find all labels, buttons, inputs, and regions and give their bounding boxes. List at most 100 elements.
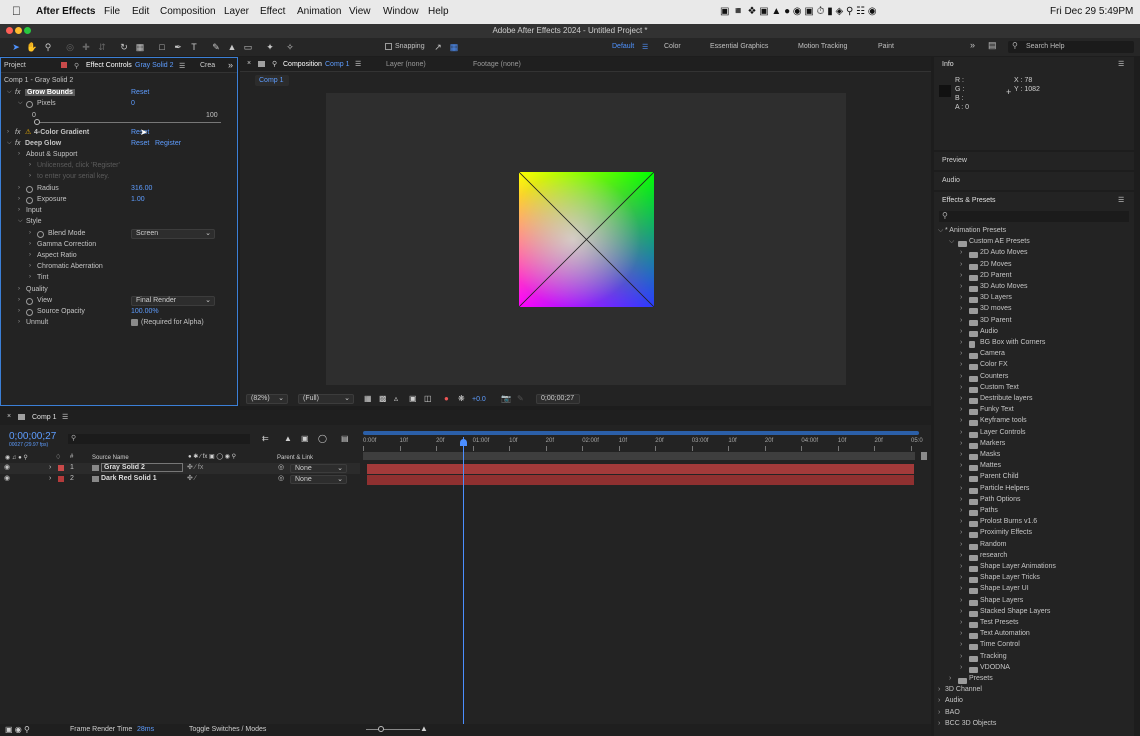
expand-property-icon[interactable]: › (18, 297, 25, 303)
expand-icon[interactable]: › (960, 451, 962, 458)
visibility-eye-icon[interactable]: ◉ (4, 474, 10, 482)
zoom-window-button[interactable] (24, 27, 31, 34)
expand-icon[interactable]: › (938, 709, 940, 716)
snap-grid-icon[interactable]: ▦ (448, 41, 460, 53)
effect-row-value[interactable]: Reset (131, 89, 149, 96)
expand-property-icon[interactable]: › (29, 162, 36, 168)
fast-previews-icon[interactable]: ▦ (364, 394, 372, 403)
expand-icon[interactable]: › (938, 686, 940, 693)
snapshot-icon[interactable]: 📷 (501, 394, 511, 403)
zoom-in-icon[interactable]: ▲ (420, 724, 428, 733)
effect-row-value[interactable]: 316.00 (131, 185, 152, 192)
panel-menu-icon[interactable]: ☰ (1118, 196, 1124, 204)
workspace-color[interactable]: Color (664, 43, 681, 50)
expand-icon[interactable]: › (960, 585, 962, 592)
layer-name[interactable]: Dark Red Solid 1 (101, 475, 157, 482)
graph-editor-icon[interactable]: ▤ (341, 434, 349, 443)
expand-icon[interactable]: › (960, 541, 962, 548)
stopwatch-icon[interactable] (37, 231, 44, 238)
layer-label-color[interactable] (58, 476, 64, 482)
layer-switches[interactable]: ✤ ∕ fx (187, 463, 203, 471)
expand-icon[interactable]: › (960, 619, 962, 626)
visibility-eye-icon[interactable]: ◉ (4, 463, 10, 471)
workspace-motion-tracking[interactable]: Motion Tracking (798, 43, 847, 50)
minimize-window-button[interactable] (15, 27, 22, 34)
effect-row[interactable]: › About & Support (1, 150, 237, 161)
effect-row[interactable]: ⌵ fx Grow Bounds Reset (1, 88, 237, 99)
effect-row[interactable]: ⌵ Style (1, 217, 237, 228)
expand-icon[interactable]: › (960, 473, 962, 480)
close-window-button[interactable] (6, 27, 13, 34)
menu-window[interactable]: Window (383, 6, 419, 17)
orbit-camera-icon[interactable]: ◎ (64, 41, 76, 53)
expand-icon[interactable]: › (960, 597, 962, 604)
show-snapshot-icon[interactable]: ✎ (517, 394, 524, 403)
brush-tool-icon[interactable]: ✎ (210, 41, 222, 53)
expand-icon[interactable]: › (960, 328, 962, 335)
tab-layer[interactable]: Layer (none) (386, 61, 426, 68)
expand-icon[interactable]: › (960, 395, 962, 402)
expand-icon[interactable]: › (960, 373, 962, 380)
expand-icon[interactable]: › (960, 261, 962, 268)
audio-panel[interactable]: Audio (934, 172, 1134, 190)
expand-icon[interactable]: › (960, 518, 962, 525)
dolly-camera-icon[interactable]: ⇵ (96, 41, 108, 53)
expand-icon[interactable]: › (960, 429, 962, 436)
expand-icon[interactable]: › (960, 529, 962, 536)
tab-footage[interactable]: Footage (none) (473, 61, 521, 68)
layer-label-color[interactable] (58, 465, 64, 471)
tab-effect-controls[interactable]: Effect Controls (86, 62, 132, 69)
effect-row[interactable]: ⌵ fx Deep Glow Reset Register (1, 139, 237, 150)
expand-icon[interactable]: › (960, 574, 962, 581)
grid-guides-icon[interactable]: ◫ (424, 394, 432, 403)
expand-icon[interactable]: › (960, 305, 962, 312)
pick-whip-icon[interactable]: ◎ (278, 474, 284, 482)
workspace-menu-icon[interactable]: ☰ (642, 43, 648, 51)
zoom-slider[interactable] (366, 729, 420, 730)
apple-icon[interactable]:  (12, 4, 21, 18)
expand-icon[interactable]: › (960, 462, 962, 469)
expand-property-icon[interactable]: › (18, 308, 25, 314)
tab-create[interactable]: Crea (200, 62, 215, 69)
app-menu[interactable]: After Effects (36, 6, 95, 17)
time-ruler[interactable]: 0:00f 10f 20f 01:00f 10f 20f 02:00f 10f 20f 03:00… (363, 438, 923, 452)
expand-icon[interactable]: › (960, 563, 962, 570)
layer-search-input[interactable]: ⚲ (68, 434, 250, 444)
effect-row[interactable]: ⌵ Pixels 0 (1, 99, 237, 110)
unmult-checkbox[interactable] (131, 319, 138, 326)
expand-property-icon[interactable]: › (18, 151, 25, 157)
expand-property-icon[interactable]: › (18, 185, 25, 191)
expand-icon[interactable]: › (960, 664, 962, 671)
layer-name[interactable]: Gray Solid 2 (101, 463, 183, 472)
pixels-slider-handle[interactable] (34, 119, 40, 125)
expand-effect-icon[interactable]: ⌵ (7, 89, 14, 96)
expand-property-icon[interactable]: › (18, 319, 25, 325)
expand-layer-icon[interactable]: › (49, 475, 51, 482)
expand-icon[interactable]: › (960, 417, 962, 424)
panel-menu-icon[interactable]: ☰ (62, 413, 68, 421)
lock-icon[interactable]: ⚲ (74, 62, 79, 70)
stopwatch-icon[interactable] (26, 309, 33, 316)
expand-icon[interactable]: › (960, 440, 962, 447)
menu-help[interactable]: Help (428, 6, 449, 17)
effect-row-value[interactable]: Reset (131, 140, 149, 147)
effect-row[interactable]: › Unlicensed, click 'Register' (1, 161, 237, 172)
close-tab-icon[interactable]: × (247, 60, 251, 67)
expand-icon[interactable]: › (960, 317, 962, 324)
effect-row[interactable]: › Chromatic Aberration (1, 262, 237, 273)
close-tab-icon[interactable]: × (7, 413, 11, 420)
effect-row[interactable]: › Unmult (Required for Alpha) (1, 318, 237, 329)
expand-property-icon[interactable]: › (18, 207, 25, 213)
tab-effect-controls-layer[interactable]: Gray Solid 2 (135, 62, 174, 69)
panel-menu-icon[interactable]: ☰ (355, 60, 361, 68)
expand-icon[interactable]: › (960, 485, 962, 492)
hand-tool-icon[interactable]: ✋ (26, 41, 38, 53)
expand-icon[interactable]: › (960, 283, 962, 290)
playhead[interactable] (460, 437, 468, 724)
expand-property-icon[interactable]: › (18, 286, 25, 292)
render-settings-icons[interactable]: ▣ ◉ ⚲ (5, 725, 30, 734)
comp-viewer-canvas[interactable] (326, 93, 846, 385)
fx-toggle-icon[interactable]: fx (15, 129, 20, 136)
timeline-timecode[interactable]: 0;00;00;27 (9, 431, 56, 442)
transparency-grid-icon[interactable]: ▩ (379, 394, 387, 403)
